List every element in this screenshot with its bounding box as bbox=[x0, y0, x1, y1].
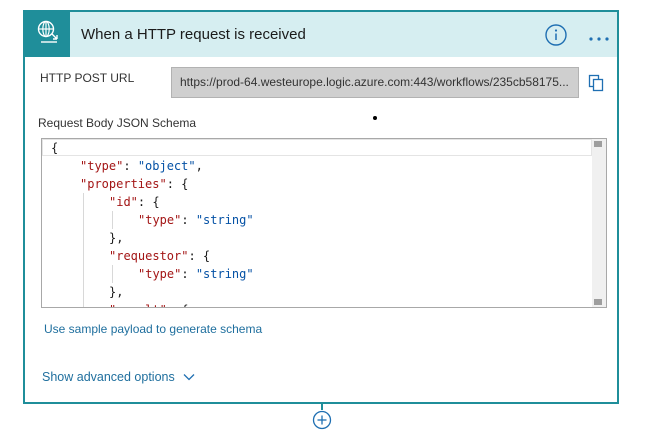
info-icon bbox=[544, 24, 568, 51]
code-line: }, bbox=[109, 283, 123, 301]
code-token: : { bbox=[167, 303, 189, 307]
code-line: "properties": { bbox=[80, 175, 188, 193]
code-token: : bbox=[181, 267, 196, 281]
indent-guide bbox=[83, 301, 84, 307]
scrollbar-thumb[interactable] bbox=[594, 141, 602, 147]
code-token: "string" bbox=[195, 213, 254, 227]
code-token: : bbox=[123, 159, 138, 173]
editor-current-line bbox=[42, 139, 592, 156]
code-token: , bbox=[195, 159, 203, 173]
info-button[interactable] bbox=[544, 23, 568, 47]
code-line: "type": "object", bbox=[80, 157, 203, 175]
advanced-options-label: Show advanced options bbox=[42, 370, 175, 384]
code-token: "string" bbox=[195, 267, 254, 281]
code-token: "object" bbox=[137, 159, 196, 173]
copy-icon bbox=[588, 74, 604, 96]
editor-scrollbar[interactable] bbox=[592, 139, 606, 307]
schema-label: Request Body JSON Schema bbox=[38, 116, 197, 130]
code-token: { bbox=[51, 141, 59, 155]
code-token: "result" bbox=[109, 303, 167, 307]
plus-circle-icon bbox=[312, 410, 332, 434]
globe-request-icon bbox=[35, 19, 61, 50]
trigger-title: When a HTTP request is received bbox=[81, 26, 306, 43]
code-token: : { bbox=[188, 249, 211, 263]
code-line: "requestor": { bbox=[109, 247, 210, 265]
chevron-down-icon bbox=[183, 370, 195, 384]
http-post-url-field[interactable]: https://prod-64.westeurope.logic.azure.c… bbox=[171, 67, 579, 98]
indent-guide bbox=[83, 247, 84, 265]
indent-guide bbox=[83, 283, 84, 301]
code-line: { bbox=[51, 139, 58, 157]
indent-guide bbox=[112, 265, 113, 283]
code-token: "requestor" bbox=[109, 249, 189, 263]
code-token: "type" bbox=[138, 213, 182, 227]
cursor-dot bbox=[373, 116, 377, 120]
indent-guide bbox=[83, 211, 84, 229]
code-token: "properties" bbox=[80, 177, 167, 191]
more-options-button[interactable] bbox=[588, 30, 610, 41]
indent-guide bbox=[83, 193, 84, 211]
code-line: "type": "string" bbox=[138, 265, 254, 283]
code-line: "type": "string" bbox=[138, 211, 254, 229]
scrollbar-end-marker bbox=[594, 299, 602, 305]
schema-editor[interactable]: {"type": "object", "properties": {"id": {… bbox=[41, 138, 607, 308]
sample-payload-link[interactable]: Use sample payload to generate schema bbox=[44, 322, 262, 336]
code-line: "id": { bbox=[109, 193, 160, 211]
code-line: "result": { bbox=[109, 301, 189, 307]
code-token: "type" bbox=[80, 159, 124, 173]
indent-guide bbox=[83, 229, 84, 247]
http-trigger-card: When a HTTP request is received HTTP POS… bbox=[23, 10, 619, 404]
code-token: }, bbox=[109, 231, 124, 245]
trigger-icon-tile bbox=[25, 12, 70, 57]
card-header[interactable]: When a HTTP request is received bbox=[25, 12, 617, 57]
show-advanced-options-button[interactable]: Show advanced options bbox=[42, 370, 195, 384]
copy-url-button[interactable] bbox=[588, 74, 604, 92]
code-token: : { bbox=[166, 177, 189, 191]
code-line: }, bbox=[109, 229, 123, 247]
add-step-button[interactable] bbox=[312, 410, 332, 430]
code-token: "type" bbox=[138, 267, 182, 281]
code-token: : { bbox=[137, 195, 160, 209]
ellipsis-icon bbox=[588, 30, 610, 47]
indent-guide bbox=[112, 211, 113, 229]
indent-guide bbox=[83, 265, 84, 283]
http-post-url-label: HTTP POST URL bbox=[40, 71, 135, 85]
code-token: : bbox=[181, 213, 196, 227]
code-token: }, bbox=[109, 285, 124, 299]
code-token: "id" bbox=[109, 195, 138, 209]
